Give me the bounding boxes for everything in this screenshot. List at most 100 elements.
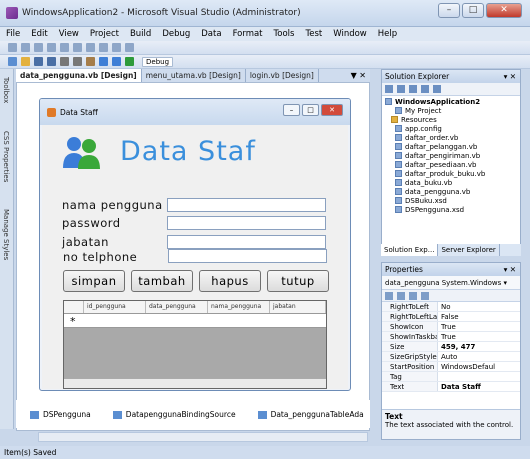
css-properties-tab[interactable]: CSS Properties xyxy=(2,131,10,182)
refresh-icon[interactable] xyxy=(409,85,417,93)
pane-pin-icon[interactable]: ▾ ✕ xyxy=(504,70,520,83)
alphabetical-icon[interactable] xyxy=(397,291,405,300)
spacing-icon[interactable] xyxy=(60,43,69,52)
tray-dspengguna[interactable]: DSPengguna xyxy=(30,410,91,419)
events-icon[interactable] xyxy=(421,291,429,300)
cut-icon[interactable] xyxy=(60,57,69,66)
tray-binding-source[interactable]: DatapenggunaBindingSource xyxy=(112,410,236,419)
properties-icon[interactable] xyxy=(385,85,393,93)
menu-data[interactable]: Data xyxy=(201,27,221,41)
property-row[interactable]: StartPosition WindowsDefaul xyxy=(382,362,520,372)
menu-test[interactable]: Test xyxy=(305,27,322,41)
property-row[interactable]: RightToLeft No xyxy=(382,302,520,312)
align-icon[interactable] xyxy=(34,43,43,52)
menu-window[interactable]: Window xyxy=(333,27,367,41)
tree-item[interactable]: WindowsApplication2 xyxy=(385,98,520,107)
hapus-button[interactable]: hapus xyxy=(199,270,261,292)
order-icon[interactable] xyxy=(112,43,121,52)
tambah-button[interactable]: tambah xyxy=(131,270,193,292)
tab-solution-explorer[interactable]: Solution Exp... xyxy=(381,244,439,256)
nama-pengguna-input[interactable] xyxy=(167,198,326,212)
tree-item[interactable]: DSBuku.xsd xyxy=(385,197,520,206)
show-all-files-icon[interactable] xyxy=(397,85,405,93)
tree-item[interactable]: My Project xyxy=(385,107,520,116)
property-row[interactable]: Text Data Staff xyxy=(382,382,520,392)
column-header[interactable]: id_pengguna xyxy=(84,301,146,313)
grid-horizontal-scrollbar[interactable] xyxy=(64,378,326,388)
spacing-icon[interactable] xyxy=(73,43,82,52)
tree-item[interactable]: daftar_pelanggan.vb xyxy=(385,143,520,152)
jabatan-input[interactable] xyxy=(167,235,326,249)
menu-edit[interactable]: Edit xyxy=(31,27,47,41)
undo-icon[interactable] xyxy=(99,57,108,66)
view-designer-icon[interactable] xyxy=(433,85,441,93)
property-row[interactable]: Tag xyxy=(382,372,520,382)
simpan-button[interactable]: simpan xyxy=(63,270,125,292)
new-project-icon[interactable] xyxy=(8,57,17,66)
close-button[interactable]: ✕ xyxy=(486,3,522,18)
column-header[interactable]: nama_pengguna xyxy=(208,301,270,313)
manage-styles-tab[interactable]: Manage Styles xyxy=(2,209,10,260)
solution-config-dropdown[interactable]: Debug xyxy=(142,56,174,67)
menu-file[interactable]: File xyxy=(6,27,20,41)
menu-build[interactable]: Build xyxy=(130,27,151,41)
tab-data-pengguna[interactable]: data_pengguna.vb [Design] xyxy=(16,69,142,82)
menu-debug[interactable]: Debug xyxy=(162,27,190,41)
tray-table-adapter[interactable]: Data_penggunaTableAda xyxy=(257,410,364,419)
form-maximize-button[interactable]: □ xyxy=(302,104,319,116)
password-input[interactable] xyxy=(167,216,326,230)
property-row[interactable]: Size 459, 477 xyxy=(382,342,520,352)
order-icon[interactable] xyxy=(125,43,134,52)
form-minimize-button[interactable]: – xyxy=(283,104,300,116)
tab-menu-utama[interactable]: menu_utama.vb [Design] xyxy=(142,69,246,82)
property-row[interactable]: RightToLeftLay False xyxy=(382,312,520,322)
paste-icon[interactable] xyxy=(86,57,95,66)
spacing-icon[interactable] xyxy=(86,43,95,52)
new-row[interactable]: * xyxy=(64,314,326,328)
form-close-button[interactable]: ✕ xyxy=(321,104,343,116)
menu-view[interactable]: View xyxy=(59,27,79,41)
tab-server-explorer[interactable]: Server Explorer xyxy=(438,244,500,256)
property-row[interactable]: ShowIcon True xyxy=(382,322,520,332)
tree-item[interactable]: daftar_order.vb xyxy=(385,134,520,143)
column-header[interactable]: data_pengguna xyxy=(146,301,208,313)
property-row[interactable]: ShowInTaskbar True xyxy=(382,332,520,342)
minimize-button[interactable]: – xyxy=(438,3,460,18)
tree-item[interactable]: Resources xyxy=(385,116,520,125)
save-all-icon[interactable] xyxy=(47,57,56,66)
pane-pin-icon[interactable]: ▾ ✕ xyxy=(504,263,520,276)
align-icon[interactable] xyxy=(8,43,17,52)
spacing-icon[interactable] xyxy=(99,43,108,52)
menu-help[interactable]: Help xyxy=(378,27,397,41)
tree-item[interactable]: daftar_produk_buku.vb xyxy=(385,170,520,179)
tab-login[interactable]: login.vb [Design] xyxy=(246,69,319,82)
property-row[interactable]: SizeGripStyle Auto xyxy=(382,352,520,362)
object-selector[interactable]: data_pengguna System.Windows ▾ xyxy=(382,276,520,290)
designer-horizontal-scrollbar[interactable] xyxy=(38,432,368,442)
data-grid[interactable]: id_pengguna data_pengguna nama_pengguna … xyxy=(63,300,327,389)
properties-icon[interactable] xyxy=(409,291,417,300)
menu-format[interactable]: Format xyxy=(233,27,263,41)
toolbox-tab[interactable]: Toolbox xyxy=(2,77,10,103)
open-icon[interactable] xyxy=(21,57,30,66)
tree-item[interactable]: DSPengguna.xsd xyxy=(385,206,520,215)
align-icon[interactable] xyxy=(47,43,56,52)
save-icon[interactable] xyxy=(34,57,43,66)
tutup-button[interactable]: tutup xyxy=(267,270,329,292)
column-header[interactable]: jabatan xyxy=(270,301,326,313)
view-code-icon[interactable] xyxy=(421,85,429,93)
tree-item[interactable]: data_pengguna.vb xyxy=(385,188,520,197)
tree-item[interactable]: data_buku.vb xyxy=(385,179,520,188)
menu-project[interactable]: Project xyxy=(90,27,119,41)
tree-item[interactable]: daftar_pesediaan.vb xyxy=(385,161,520,170)
tree-item[interactable]: app.config xyxy=(385,125,520,134)
menu-tools[interactable]: Tools xyxy=(274,27,295,41)
align-icon[interactable] xyxy=(21,43,30,52)
categorized-icon[interactable] xyxy=(385,291,393,300)
tree-item[interactable]: daftar_pengiriman.vb xyxy=(385,152,520,161)
maximize-button[interactable]: □ xyxy=(462,3,484,18)
start-debug-icon[interactable] xyxy=(125,57,134,66)
no-telphone-input[interactable] xyxy=(168,249,327,263)
tab-close-icon[interactable]: ▼ ✕ xyxy=(351,69,370,82)
redo-icon[interactable] xyxy=(112,57,121,66)
